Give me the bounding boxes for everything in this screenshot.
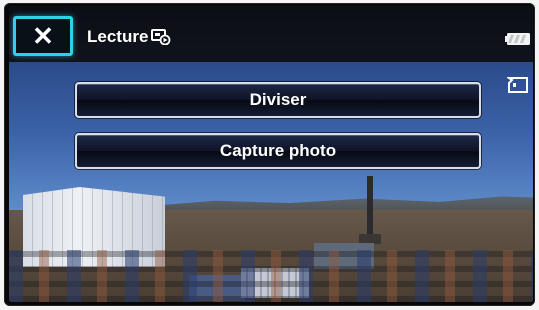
top-bar: ✕ Lecture — [9, 6, 533, 62]
camera-screen: ✕ Lecture Diviser Capture photo — [9, 6, 533, 302]
battery-icon — [505, 33, 530, 45]
yard-equipment — [9, 250, 533, 302]
memory-card-icon — [507, 77, 528, 93]
photo-capture-button[interactable]: Capture photo — [75, 133, 481, 169]
close-icon: ✕ — [32, 20, 54, 51]
page-title: Lecture — [87, 26, 171, 48]
divide-button-label: Diviser — [249, 90, 307, 109]
drilling-rig — [359, 176, 381, 246]
close-button[interactable]: ✕ — [13, 16, 73, 56]
title-label: Lecture — [87, 27, 149, 46]
divide-button[interactable]: Diviser — [75, 82, 481, 118]
photo-capture-button-label: Capture photo — [219, 141, 337, 160]
playback-slideshow-icon — [151, 29, 171, 45]
